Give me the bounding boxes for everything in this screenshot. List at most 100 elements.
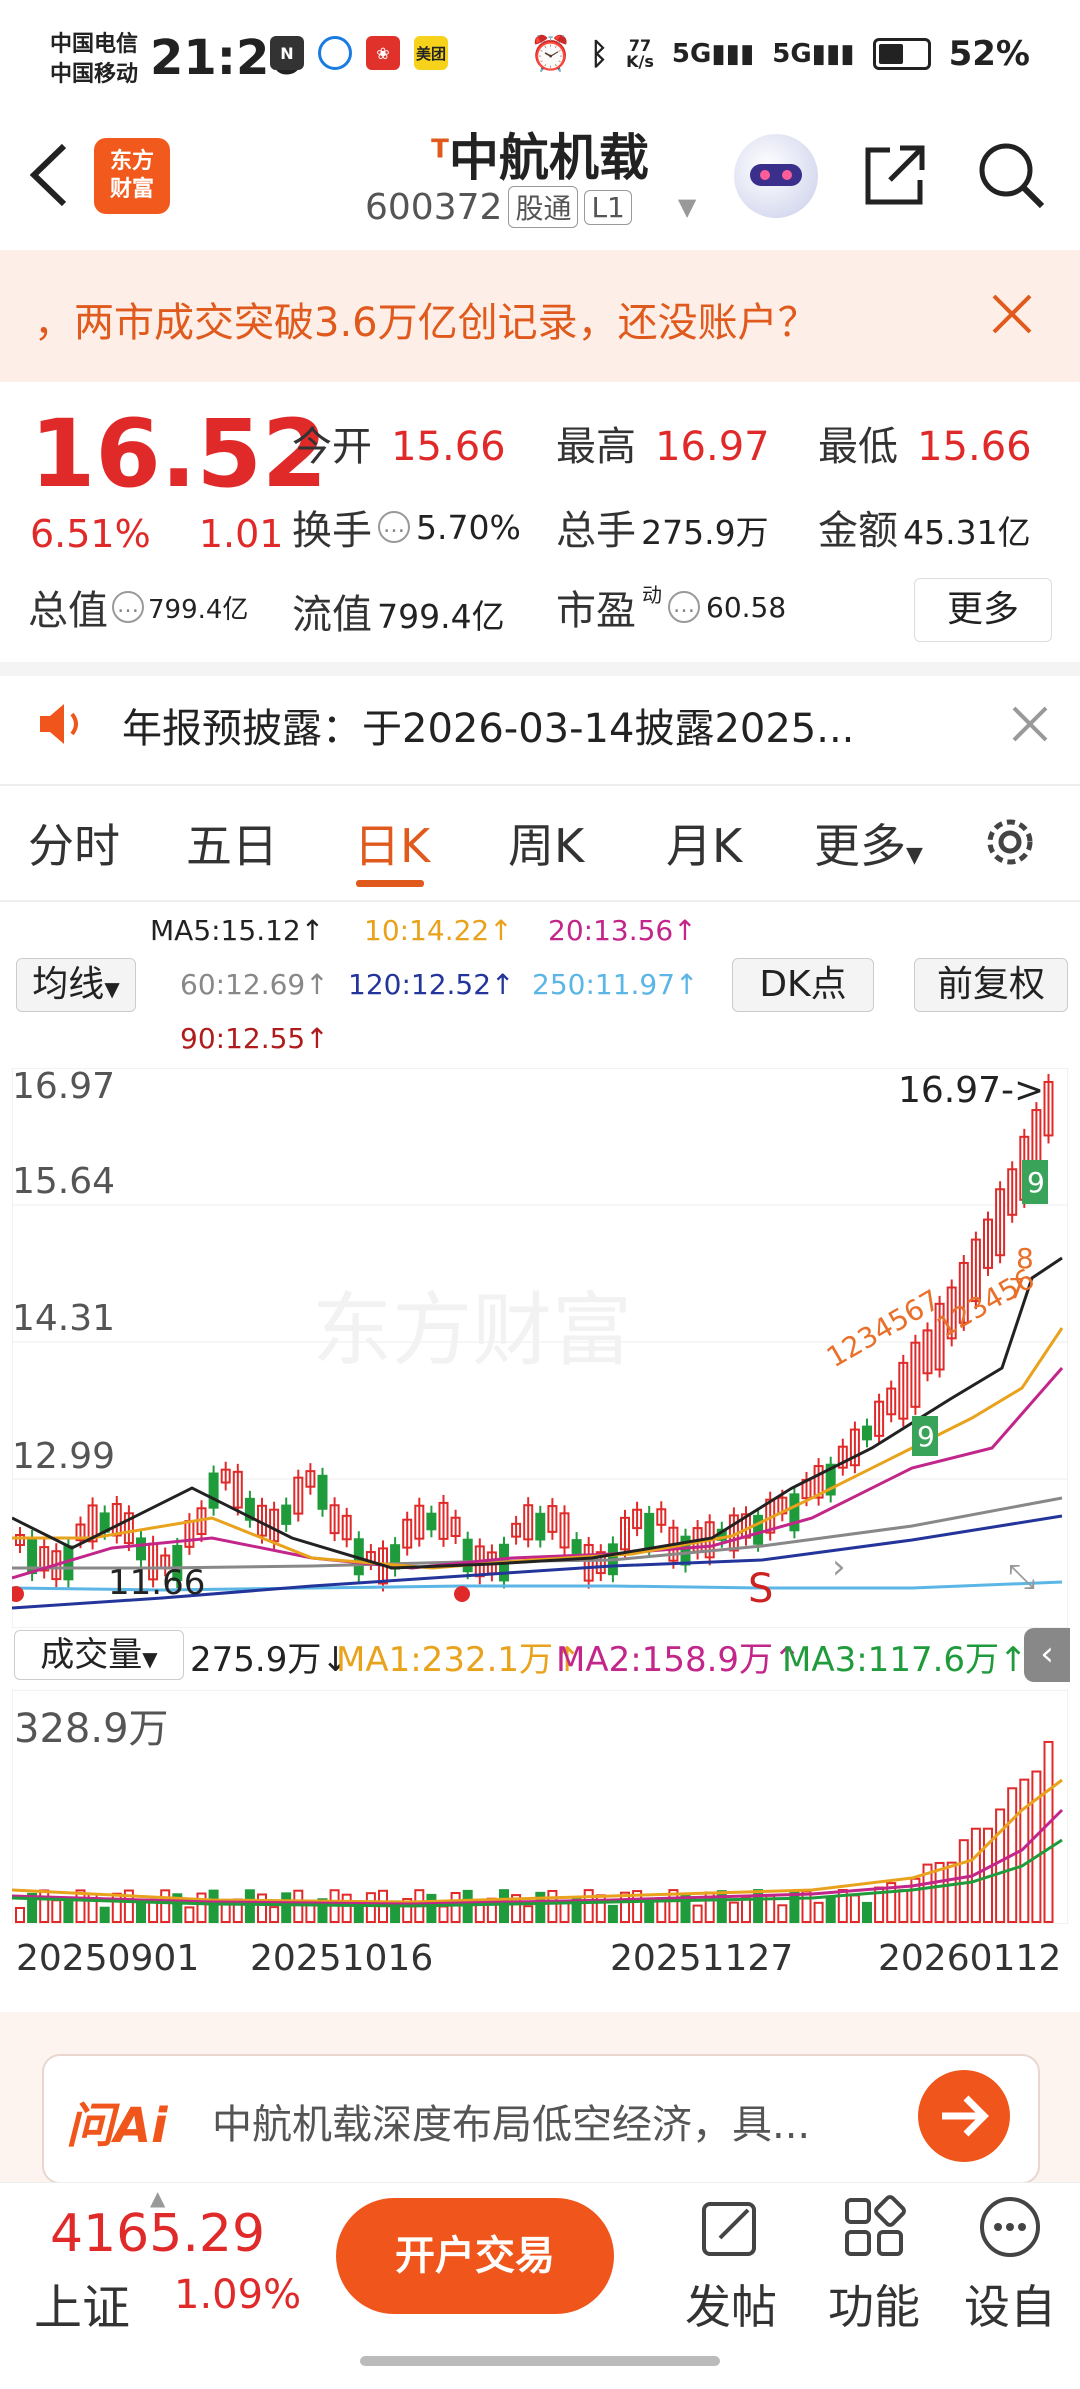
- y-label-2: 15.64: [12, 1161, 115, 1202]
- candlestick-chart[interactable]: 东方财富 16.97 15.64 14.31 12.99 16.97-> 11.…: [12, 1068, 1068, 1628]
- high-label: 最高: [556, 424, 636, 470]
- chart-next-arrow-icon[interactable]: ›: [832, 1547, 846, 1587]
- volume-bar: [450, 1892, 461, 1923]
- volume-bar: [341, 1893, 352, 1924]
- index-name[interactable]: 上证: [34, 2268, 130, 2338]
- current-price: 16.52: [30, 400, 328, 509]
- td-sequence-label: 8: [1016, 1242, 1034, 1275]
- amount-label: 金额: [818, 508, 898, 554]
- battery-level: 52%: [948, 34, 1030, 74]
- change-percent: 6.51%: [30, 512, 151, 556]
- volume-ma1: MA1:232.1万↑: [336, 1640, 582, 1680]
- ai-robot-icon[interactable]: [734, 134, 818, 218]
- high-value: 16.97: [655, 424, 770, 470]
- pe-field: 市盈 动 … 60.58: [556, 578, 786, 636]
- turnover-value: 5.70%: [416, 507, 521, 547]
- index-value[interactable]: 4165.29: [50, 2204, 265, 2264]
- volume-bar: [777, 1904, 788, 1924]
- open-value: 15.66: [391, 424, 506, 470]
- more-quote-button[interactable]: 更多: [914, 578, 1052, 642]
- tab-daily-k[interactable]: 日K: [354, 810, 430, 876]
- settings-gear-icon[interactable]: [980, 812, 1040, 876]
- stock-code-row[interactable]: 600372 股通 L1 ▼: [365, 186, 696, 228]
- low-value: 15.66: [917, 424, 1032, 470]
- tab-more[interactable]: 更多▼: [814, 810, 923, 876]
- volume-bar: [136, 1899, 146, 1923]
- info-icon[interactable]: …: [668, 591, 700, 623]
- volume-bar: [801, 1890, 812, 1923]
- post-button[interactable]: 发帖: [676, 2194, 786, 2337]
- search-icon[interactable]: [976, 140, 1048, 216]
- ai-send-arrow-icon[interactable]: [918, 2070, 1010, 2162]
- more-dots-icon: [980, 2197, 1040, 2257]
- x-date-4: 20260112: [878, 1938, 1062, 1979]
- volume-bar: [51, 1899, 62, 1923]
- volume-bar: [426, 1893, 437, 1924]
- tab-intraday[interactable]: 分时: [28, 810, 120, 876]
- volume-field: 总手 275.9万: [556, 498, 769, 556]
- notice-close-icon[interactable]: [1010, 704, 1050, 748]
- carrier-info: 中国电信 中国移动: [50, 30, 138, 90]
- volume-bar: [523, 1905, 534, 1923]
- volume-bar: [257, 1893, 267, 1923]
- dropdown-triangle-icon: ▼: [906, 843, 923, 868]
- info-icon[interactable]: …: [112, 591, 144, 623]
- volume-bar: [547, 1889, 558, 1923]
- volume-bar: [958, 1839, 969, 1923]
- volume-bar: [692, 1904, 703, 1924]
- alarm-icon: ⏰: [529, 34, 573, 74]
- share-icon[interactable]: [860, 140, 930, 214]
- volume-bar: [583, 1889, 594, 1923]
- functions-button[interactable]: 功能: [814, 2194, 934, 2337]
- tab-weekly-k[interactable]: 周K: [508, 810, 584, 876]
- collapse-arrow-icon[interactable]: ‹: [1024, 1628, 1070, 1682]
- home-indicator[interactable]: [360, 2356, 720, 2366]
- volume-bar: [269, 1906, 280, 1923]
- price-adjust-button[interactable]: 前复权: [914, 958, 1068, 1012]
- open-account-button[interactable]: 开户交易: [336, 2198, 614, 2314]
- ma-type-dropdown[interactable]: 均线▼: [16, 958, 136, 1012]
- meituan-icon: 美团: [414, 36, 448, 70]
- notification-icons: N ❀ 美团: [270, 36, 448, 70]
- ma20-legend: 20:13.56↑: [548, 914, 697, 947]
- volume-bar: [15, 1907, 25, 1923]
- float-cap-value: 799.4亿: [377, 597, 505, 636]
- min-price-label: 11.66: [108, 1563, 205, 1603]
- expand-chart-icon[interactable]: ⤡: [1008, 1557, 1035, 1597]
- net-speed: 77 K/s: [626, 38, 654, 70]
- indicator-label: 成交量: [40, 1635, 143, 1675]
- volume-chart[interactable]: 328.9万: [12, 1690, 1068, 1924]
- float-cap-label: 流值: [292, 592, 372, 638]
- low-label: 最低: [818, 424, 898, 470]
- volume-bar: [644, 1901, 655, 1923]
- dropdown-triangle-icon[interactable]: ▼: [678, 193, 696, 221]
- y-label-4: 12.99: [12, 1436, 115, 1477]
- indicator-dropdown[interactable]: 成交量▼: [14, 1630, 184, 1680]
- info-icon[interactable]: …: [378, 511, 410, 543]
- notice-text[interactable]: 年报预披露：于2026-03-14披露2025...: [122, 696, 854, 754]
- sell-signal-marker: S: [748, 1566, 773, 1612]
- volume-bar: [995, 1808, 1006, 1923]
- turnover-field: 换手 … 5.70%: [292, 498, 521, 556]
- dk-point-button[interactable]: DK点: [732, 958, 874, 1012]
- stock-prefix: T: [431, 134, 449, 165]
- tab-monthly-k[interactable]: 月K: [666, 810, 742, 876]
- volume-bar: [353, 1905, 364, 1923]
- volume-bar: [160, 1889, 171, 1924]
- grid-icon: [845, 2195, 906, 2256]
- tab-five-day[interactable]: 五日: [186, 810, 278, 876]
- x-date-2: 20251016: [250, 1938, 434, 1979]
- y-label-top: 16.97: [12, 1068, 115, 1107]
- custom-button[interactable]: 设自: [950, 2194, 1070, 2337]
- td9-label: 9: [917, 1420, 935, 1453]
- carrier-2: 中国移动: [50, 62, 139, 87]
- change-amount: 1.01: [198, 512, 284, 556]
- open-field: 今开 15.66: [292, 414, 506, 472]
- price-change: 6.51% 1.01: [30, 512, 283, 556]
- td9-label: 9: [1027, 1166, 1045, 1199]
- volume-bar: [559, 1900, 570, 1923]
- signal-icon-2: 5G▮▮▮: [772, 39, 855, 69]
- banner-close-icon[interactable]: [990, 292, 1034, 340]
- section-divider: [0, 784, 1080, 786]
- x-date-3: 20251127: [610, 1938, 794, 1979]
